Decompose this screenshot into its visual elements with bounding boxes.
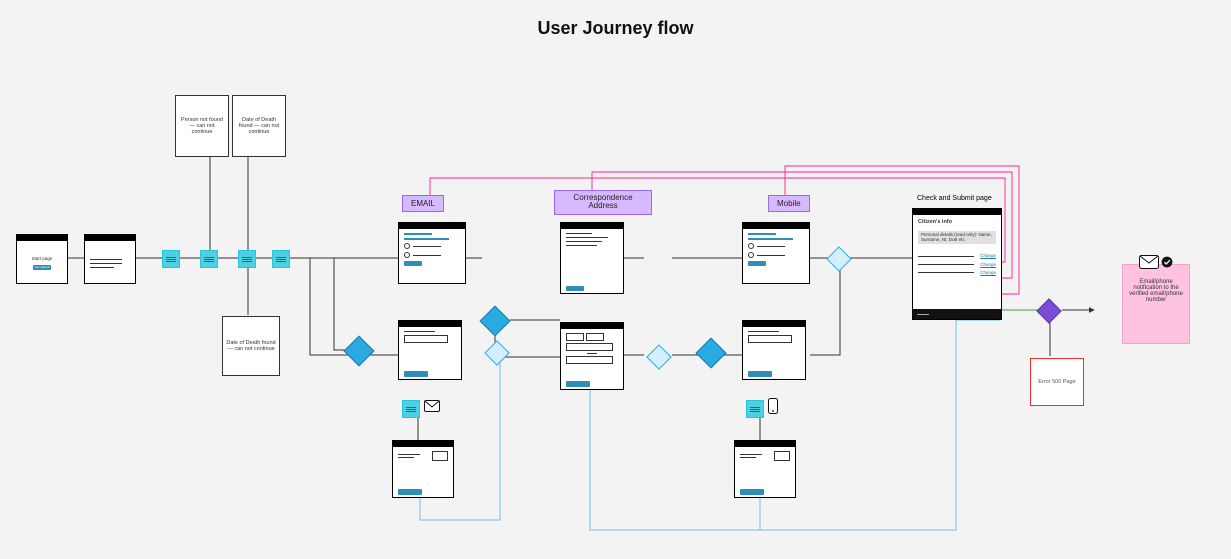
screen-email-enter xyxy=(398,320,462,380)
message-text: Person not found — can not continue xyxy=(179,117,225,135)
start-page-label: Start page xyxy=(32,256,53,261)
section-tag-email: EMAIL xyxy=(402,195,444,212)
state-chip-1 xyxy=(162,250,180,268)
screen-address-view xyxy=(560,222,624,294)
continue-button[interactable] xyxy=(398,489,422,495)
continue-button[interactable] xyxy=(566,286,584,291)
continue-button[interactable] xyxy=(566,381,590,387)
code-input[interactable] xyxy=(774,451,790,461)
screen-address-enter xyxy=(560,322,624,390)
screen-mobile-select xyxy=(742,222,810,284)
start-cta-button[interactable]: Get started xyxy=(33,265,51,270)
check-submit-subtitle: Citizen's info xyxy=(918,219,996,226)
continue-button[interactable] xyxy=(748,261,766,266)
address-field-2[interactable] xyxy=(586,333,604,341)
change-link-email[interactable]: Change xyxy=(980,253,996,258)
screen-check-and-submit: Citizen's info Personal details (read-on… xyxy=(912,208,1002,320)
message-text: Date of Death found — can not continue xyxy=(236,117,282,135)
message-text: Date of Death found — can not continue xyxy=(226,340,276,352)
message-person-not-found: Person not found — can not continue xyxy=(175,95,229,157)
address-field-3[interactable] xyxy=(566,343,613,351)
screen-mobile-confirm xyxy=(734,440,796,498)
continue-button[interactable] xyxy=(404,261,422,266)
message-dod-found-bottom: Date of Death found — can not continue xyxy=(222,316,280,376)
check-submit-readonly-info: Personal details (read-only): Name, Surn… xyxy=(918,231,996,245)
change-link-address[interactable]: Change xyxy=(980,262,996,267)
continue-button[interactable] xyxy=(748,371,772,377)
phone-input[interactable] xyxy=(748,335,792,343)
check-circle-icon xyxy=(1161,256,1173,268)
check-submit-title: Check and Submit page xyxy=(917,195,992,202)
screen-error-500: Error 500 Page xyxy=(1030,358,1084,406)
mail-icon xyxy=(424,400,440,412)
address-field-4[interactable] xyxy=(566,356,613,364)
note-text: Email/phone notification to the verified… xyxy=(1129,279,1183,303)
section-tag-mobile: Mobile xyxy=(768,195,810,212)
state-chip-mobile-verify xyxy=(746,400,764,418)
note-notification: Email/phone notification to the verified… xyxy=(1122,264,1190,344)
screen-start-page: Start page Get started xyxy=(16,234,68,284)
email-input[interactable] xyxy=(404,335,448,343)
diagram-title: User Journey flow xyxy=(0,18,1231,39)
mail-icon xyxy=(1139,255,1159,269)
address-field-1[interactable] xyxy=(566,333,584,341)
continue-button[interactable] xyxy=(404,371,428,377)
state-chip-4 xyxy=(272,250,290,268)
phone-icon xyxy=(768,398,778,414)
screen-email-confirm xyxy=(392,440,454,498)
state-chip-email-verify xyxy=(402,400,420,418)
screen-menu-list xyxy=(84,234,136,284)
change-link-mobile[interactable]: Change xyxy=(980,270,996,275)
error-text: Error 500 Page xyxy=(1038,379,1075,385)
code-input[interactable] xyxy=(432,451,448,461)
state-chip-2 xyxy=(200,250,218,268)
screen-mobile-enter xyxy=(742,320,806,380)
section-tag-address: Correspondence Address xyxy=(554,190,652,215)
state-chip-3 xyxy=(238,250,256,268)
message-dod-found-top: Date of Death found — can not continue xyxy=(232,95,286,157)
screen-email-select xyxy=(398,222,466,284)
continue-button[interactable] xyxy=(740,489,764,495)
